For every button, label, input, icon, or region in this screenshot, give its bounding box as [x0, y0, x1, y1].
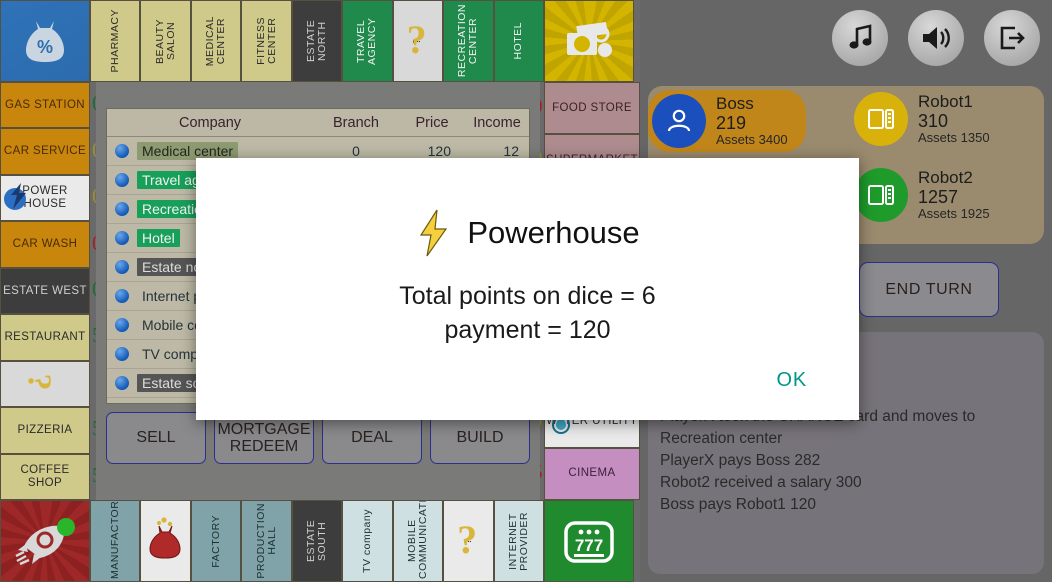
dialog-line-2: payment = 120 — [444, 315, 611, 344]
event-dialog: Powerhouse Total points on dice = 6 paym… — [196, 158, 859, 420]
dialog-title: Powerhouse — [467, 215, 640, 250]
dialog-line-1: Total points on dice = 6 — [399, 282, 656, 310]
lightning-bolt-icon — [420, 209, 448, 257]
dialog-ok-button[interactable]: OK — [777, 369, 808, 392]
dialog-title-row: Powerhouse — [196, 158, 859, 258]
game-screen: % 777 PHARMACY BEAUTY SALON MEDICAL CENT… — [0, 0, 1052, 582]
dialog-body: Total points on dice = 6 payment = 120 — [196, 280, 859, 348]
